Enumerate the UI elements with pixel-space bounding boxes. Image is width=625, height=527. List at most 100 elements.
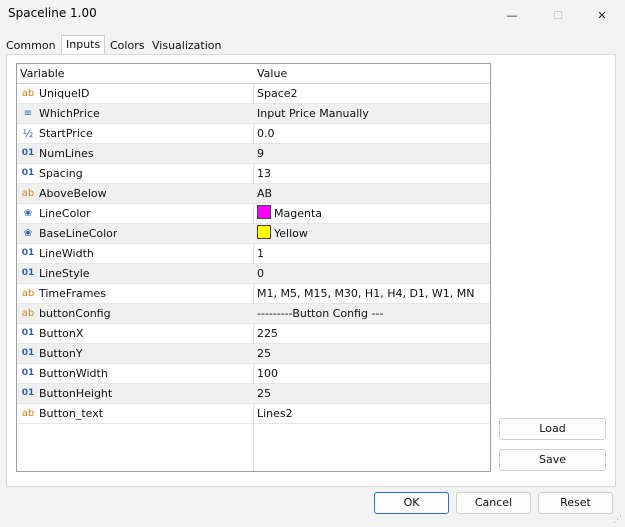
variable-value-text: AB [257, 187, 273, 200]
integer-type-icon: 01 [21, 388, 35, 398]
table-row[interactable]: ab TimeFrames M1, M5, M15, M30, H1, H4, D1… [17, 284, 490, 304]
variable-value-text: Magenta [274, 207, 323, 220]
close-button[interactable]: ✕ [579, 0, 625, 30]
variable-value-text: 100 [257, 367, 278, 380]
variable-name: ButtonWidth [39, 367, 108, 380]
table-row[interactable]: 01 Spacing 13 [17, 164, 490, 184]
variable-name: StartPrice [39, 127, 93, 140]
table-row[interactable]: ab buttonConfig ---------Button Config --- [17, 304, 490, 324]
variable-name: LineColor [39, 207, 91, 220]
table-row[interactable]: 01 ButtonY 25 [17, 344, 490, 364]
maximize-icon: ☐ [553, 8, 563, 22]
header-variable[interactable]: Variable [20, 64, 252, 83]
table-row[interactable]: 01 ButtonWidth 100 [17, 364, 490, 384]
string-type-icon: ab [21, 408, 35, 419]
integer-type-icon: 01 [21, 328, 35, 338]
variable-name: WhichPrice [39, 107, 100, 120]
maximize-button[interactable]: ☐ [535, 0, 581, 30]
variable-name: ButtonHeight [39, 387, 113, 400]
variable-value[interactable]: AB [257, 184, 487, 203]
table-row[interactable]: ½ StartPrice 0.0 [17, 124, 490, 144]
inputs-grid[interactable]: Variable Value ab UniqueID Space2 ≡ WhichPri… [16, 63, 491, 472]
save-button[interactable]: Save [499, 449, 606, 471]
table-row[interactable]: 01 LineWidth 1 [17, 244, 490, 264]
color-swatch [257, 205, 271, 219]
variable-name: ButtonX [39, 327, 84, 340]
variable-value[interactable]: M1, M5, M15, M30, H1, H4, D1, W1, MN [257, 284, 487, 303]
string-type-icon: ab [21, 88, 35, 99]
dialog-footer: OK Cancel Reset ⋰ [0, 487, 625, 527]
minimize-icon: — [506, 8, 518, 22]
variable-value-text: 25 [257, 347, 271, 360]
ok-button[interactable]: OK [374, 492, 449, 514]
table-row[interactable]: ❀ LineColor Magenta [17, 204, 490, 224]
variable-value[interactable]: Space2 [257, 84, 487, 103]
tab-visualization[interactable]: Visualization [152, 37, 221, 54]
string-type-icon: ab [21, 288, 35, 299]
variable-value-text: Input Price Manually [257, 107, 369, 120]
table-row[interactable]: ≡ WhichPrice Input Price Manually [17, 104, 490, 124]
variable-value[interactable]: 225 [257, 324, 487, 343]
grid-header: Variable Value [17, 64, 490, 84]
variable-value-text: Lines2 [257, 407, 293, 420]
variable-value[interactable]: Lines2 [257, 404, 487, 423]
variable-name: ButtonY [39, 347, 83, 360]
close-icon: ✕ [597, 8, 607, 22]
variable-value-text: 225 [257, 327, 278, 340]
variable-value[interactable]: Input Price Manually [257, 104, 487, 123]
variable-name: TimeFrames [39, 287, 106, 300]
variable-name: BaseLineColor [39, 227, 118, 240]
tab-inputs[interactable]: Inputs [61, 35, 106, 56]
variable-value[interactable]: 9 [257, 144, 487, 163]
cancel-button[interactable]: Cancel [456, 492, 531, 514]
variable-value-text: 13 [257, 167, 271, 180]
integer-type-icon: 01 [21, 348, 35, 358]
title-bar: Spaceline 1.00 — ☐ ✕ [0, 0, 625, 30]
double-type-icon: ½ [22, 127, 34, 140]
variable-name: LineWidth [39, 247, 94, 260]
table-row[interactable]: 01 ButtonX 225 [17, 324, 490, 344]
variable-value[interactable]: 100 [257, 364, 487, 383]
table-row[interactable]: ab Button_text Lines2 [17, 404, 490, 424]
variable-name: UniqueID [39, 87, 90, 100]
table-row[interactable]: ❀ BaseLineColor Yellow [17, 224, 490, 244]
reset-button[interactable]: Reset [538, 492, 613, 514]
variable-value-text: 0 [257, 267, 264, 280]
variable-value-text: 9 [257, 147, 264, 160]
integer-type-icon: 01 [21, 168, 35, 178]
variable-value[interactable]: 0 [257, 264, 487, 283]
variable-value[interactable]: ---------Button Config --- [257, 304, 487, 323]
variable-value-text: 1 [257, 247, 264, 260]
variable-value[interactable]: 25 [257, 384, 487, 403]
variable-value[interactable]: 13 [257, 164, 487, 183]
tab-common[interactable]: Common [6, 37, 56, 54]
variable-name: NumLines [39, 147, 94, 160]
table-row[interactable]: ab AboveBelow AB [17, 184, 490, 204]
variable-value[interactable]: Magenta [257, 204, 487, 223]
integer-type-icon: 01 [21, 248, 35, 258]
tab-colors[interactable]: Colors [110, 37, 144, 54]
header-value[interactable]: Value [257, 64, 487, 83]
table-row[interactable]: 01 ButtonHeight 25 [17, 384, 490, 404]
table-row[interactable]: 01 LineStyle 0 [17, 264, 490, 284]
string-type-icon: ab [21, 188, 35, 199]
variable-value[interactable]: Yellow [257, 224, 487, 243]
integer-type-icon: 01 [21, 368, 35, 378]
variable-value[interactable]: 0.0 [257, 124, 487, 143]
load-button[interactable]: Load [499, 418, 606, 440]
color-swatch [257, 225, 271, 239]
table-row[interactable]: ab UniqueID Space2 [17, 84, 490, 104]
window-title: Spaceline 1.00 [8, 6, 97, 20]
variable-value-text: 0.0 [257, 127, 275, 140]
color-type-icon: ❀ [23, 208, 33, 219]
enum-type-icon: ≡ [23, 108, 33, 119]
variable-name: Spacing [39, 167, 83, 180]
color-type-icon: ❀ [23, 228, 33, 239]
variable-value[interactable]: 1 [257, 244, 487, 263]
integer-type-icon: 01 [21, 148, 35, 158]
variable-value[interactable]: 25 [257, 344, 487, 363]
table-row[interactable]: 01 NumLines 9 [17, 144, 490, 164]
minimize-button[interactable]: — [489, 0, 535, 30]
integer-type-icon: 01 [21, 268, 35, 278]
resize-grip-icon[interactable]: ⋰ [613, 515, 623, 525]
